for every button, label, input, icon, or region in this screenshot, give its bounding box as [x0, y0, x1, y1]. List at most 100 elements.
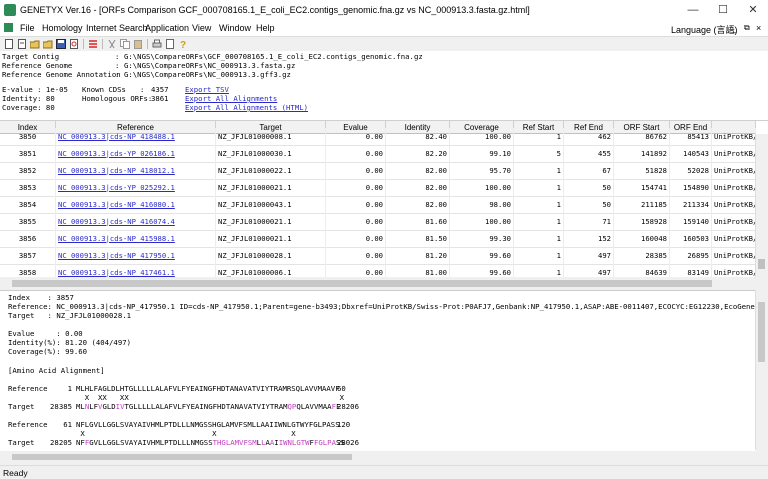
export-all-alignments-link[interactable]: Export All Alignments: [185, 94, 277, 103]
align2-ref-start: 61: [63, 420, 72, 429]
reference-link[interactable]: NC_000913.3|cds-NP_415988.1: [56, 230, 216, 247]
table-cell: 82.20: [386, 145, 450, 162]
menu-application[interactable]: Application: [145, 23, 189, 33]
new-document-icon[interactable]: [17, 39, 27, 49]
open-folder-icon[interactable]: [30, 39, 40, 49]
homologous-orfs-value: 3861: [151, 94, 169, 103]
title-bar: GENETYX Ver.16 - [ORFs Comparison GCF_00…: [0, 0, 768, 21]
summary-panel: Target Contig : G:\NGS\CompareORFs\GCF_0…: [0, 51, 768, 120]
svg-text:?: ?: [180, 40, 186, 49]
reference-link[interactable]: NC_000913.3|cds-NP_418488.1: [56, 128, 216, 145]
table-vertical-scrollbar[interactable]: [755, 134, 768, 277]
reference-link[interactable]: NC_000913.3|cds-YP_025292.1: [56, 179, 216, 196]
coverage-setting: Coverage: 80: [2, 103, 55, 112]
detail-vertical-scrollbar[interactable]: [755, 290, 768, 450]
table-cell: 50: [564, 179, 614, 196]
export-tsv-link[interactable]: Export TSV: [185, 85, 229, 94]
table-cell: 5: [514, 145, 564, 162]
table-cell: 1: [514, 162, 564, 179]
reference-link[interactable]: NC_000913.3|cds-NP_417950.1: [56, 247, 216, 264]
new-file-icon[interactable]: [4, 39, 14, 49]
menu-internet-search[interactable]: Internet Search: [86, 23, 148, 33]
table-cell: 100.00: [450, 128, 514, 145]
reference-link[interactable]: NC_000913.3|cds-YP_026186.1: [56, 145, 216, 162]
detail-hscroll-thumb[interactable]: [12, 454, 352, 460]
table-cell: 0.00: [326, 162, 386, 179]
print-preview-icon[interactable]: [69, 39, 79, 49]
reference-link[interactable]: NC_000913.3|cds-NP_416080.1: [56, 196, 216, 213]
table-cell: 100.00: [450, 179, 514, 196]
reference-link[interactable]: NC_000913.3|cds-NP_418012.1: [56, 162, 216, 179]
export-all-alignments-html-link[interactable]: Export All Alignments (HTML): [185, 103, 308, 112]
table-row[interactable]: 3858 NC_000913.3|cds-NP_417461.1 NZ_JFJL01…: [0, 264, 756, 277]
table-cell: 99.30: [450, 230, 514, 247]
results-table[interactable]: Index Reference Target Evalue Identity Covera…: [0, 120, 768, 277]
table-cell: 71: [564, 213, 614, 230]
table-row[interactable]: 3852 NC_000913.3|cds-NP_418012.1 NZ_JFJL01…: [0, 162, 756, 180]
menu-bar: File Homology Internet Search Applicatio…: [0, 20, 768, 36]
language-menu[interactable]: Language (言語): [671, 23, 738, 36]
mdi-restore-button[interactable]: ⧉: [744, 23, 750, 33]
table-row[interactable]: 3854 NC_000913.3|cds-NP_416080.1 NZ_JFJL01…: [0, 196, 756, 214]
target-contig-colon: :: [115, 52, 120, 61]
align2-tgt-start: 28205: [50, 438, 72, 447]
help-icon[interactable]: ?: [178, 39, 188, 49]
print-icon[interactable]: [152, 39, 162, 49]
save-icon[interactable]: [56, 39, 66, 49]
minimize-button[interactable]: —: [678, 0, 708, 20]
cut-icon[interactable]: [107, 39, 117, 49]
table-row[interactable]: 3853 NC_000913.3|cds-YP_025292.1 NZ_JFJL01…: [0, 179, 756, 197]
detail-horizontal-scrollbar[interactable]: [0, 452, 756, 463]
reference-genome-label: Reference Genome: [2, 61, 73, 70]
open-recent-icon[interactable]: [43, 39, 53, 49]
menu-window[interactable]: Window: [219, 23, 251, 33]
table-cell: 211185: [614, 196, 670, 213]
reference-link[interactable]: NC_000913.3|cds-NP_417461.1: [56, 264, 216, 277]
status-text: Ready: [3, 468, 28, 478]
app-icon: [4, 4, 16, 16]
menu-help[interactable]: Help: [256, 23, 275, 33]
align1-tgt-start: 28385: [50, 402, 72, 411]
table-cell: 50: [564, 196, 614, 213]
table-vscroll-thumb[interactable]: [758, 259, 765, 269]
toolbar-separator: [147, 39, 148, 49]
table-cell: NZ_JFJL01000008.1: [216, 128, 326, 145]
table-row[interactable]: 3850 NC_000913.3|cds-NP_418488.1 NZ_JFJL01…: [0, 128, 756, 146]
align-icon[interactable]: [88, 39, 98, 49]
mdi-minimize-button[interactable]: _: [731, 23, 736, 33]
menu-view[interactable]: View: [192, 23, 211, 33]
table-cell: 462: [564, 128, 614, 145]
mdi-close-button[interactable]: ×: [756, 23, 761, 33]
table-cell: NZ_JFJL01000028.1: [216, 247, 326, 264]
table-cell: 140543: [670, 145, 712, 162]
detail-coverage: Coverage(%): 99.60: [8, 347, 88, 356]
table-cell: 0.00: [326, 247, 386, 264]
table-cell: 1: [514, 128, 564, 145]
copy-icon[interactable]: [120, 39, 130, 49]
detail-vscroll-thumb[interactable]: [758, 302, 765, 362]
align1-tgt-seq: MLNLFVGLDIVTGLLLLLALAFVLFYEAINGFHDTANAVA…: [76, 402, 341, 411]
table-row[interactable]: 3851 NC_000913.3|cds-YP_026186.1 NZ_JFJL01…: [0, 145, 756, 163]
table-cell: 81.20: [386, 247, 450, 264]
detail-target: Target : NZ_JFJL01000028.1: [8, 311, 132, 320]
table-cell: 99.60: [450, 247, 514, 264]
reference-link[interactable]: NC_000913.3|cds-NP_416074.4: [56, 213, 216, 230]
menu-file[interactable]: File: [20, 23, 35, 33]
page-setup-icon[interactable]: [165, 39, 175, 49]
table-hscroll-thumb[interactable]: [12, 280, 712, 287]
table-cell: 81.00: [386, 264, 450, 277]
close-button[interactable]: ✕: [738, 0, 768, 20]
table-cell: UniProtKB/Swi: [712, 179, 756, 196]
table-row[interactable]: 3856 NC_000913.3|cds-NP_415988.1 NZ_JFJL01…: [0, 230, 756, 248]
table-cell: 51828: [614, 162, 670, 179]
table-row[interactable]: 3857 NC_000913.3|cds-NP_417950.1 NZ_JFJL01…: [0, 247, 756, 265]
table-cell: 160048: [614, 230, 670, 247]
table-cell: 81.60: [386, 213, 450, 230]
menu-homology[interactable]: Homology: [42, 23, 83, 33]
table-horizontal-scrollbar[interactable]: [0, 278, 756, 290]
table-row[interactable]: 3855 NC_000913.3|cds-NP_416074.4 NZ_JFJL01…: [0, 213, 756, 231]
reference-genome-value: G:\NGS\CompareORFs\NC_000913.3.fasta.gz: [124, 61, 296, 70]
paste-icon[interactable]: [133, 39, 143, 49]
table-cell: 26895: [670, 247, 712, 264]
maximize-button[interactable]: ☐: [708, 0, 738, 20]
